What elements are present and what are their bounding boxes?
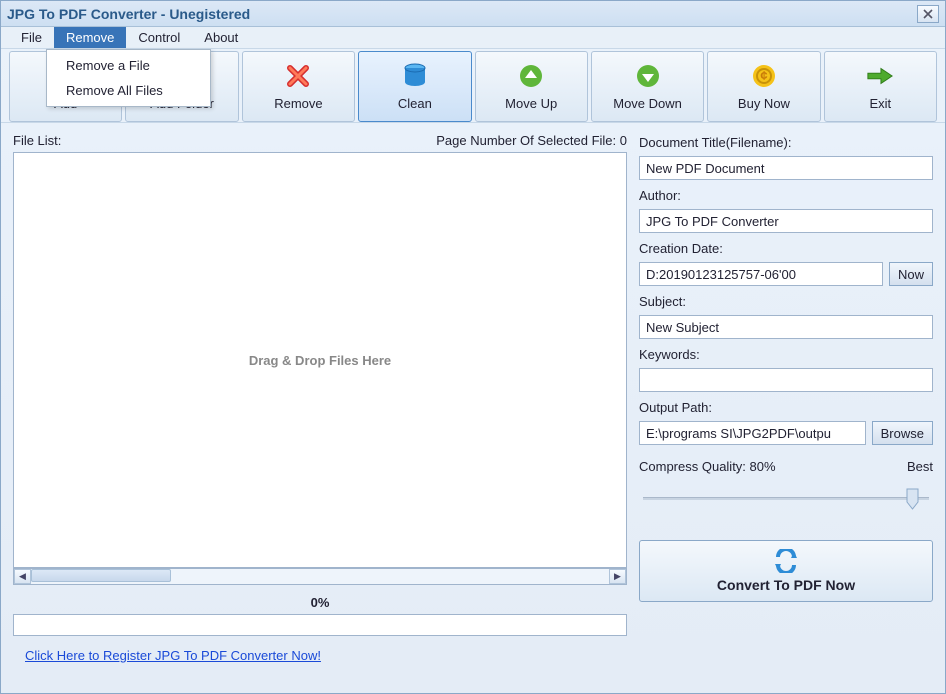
dropzone[interactable]: Drag & Drop Files Here — [13, 152, 627, 568]
remove-label: Remove — [274, 96, 322, 111]
scroll-left-button[interactable]: ◀ — [14, 569, 31, 584]
slider-track — [643, 497, 929, 500]
right-column: Document Title(Filename): Author: Creati… — [639, 133, 933, 663]
author-label: Author: — [639, 188, 933, 203]
progress-label: 0% — [13, 595, 627, 610]
window-title: JPG To PDF Converter - Unegistered — [7, 6, 917, 22]
dropzone-text: Drag & Drop Files Here — [249, 353, 391, 368]
menubar: File Remove Control About — [1, 27, 945, 49]
date-input[interactable] — [639, 262, 883, 286]
down-green-icon — [634, 62, 662, 90]
main-content: File List: Page Number Of Selected File:… — [1, 123, 945, 663]
scroll-right-button[interactable]: ▶ — [609, 569, 626, 584]
convert-icon — [772, 549, 800, 573]
quality-best: Best — [907, 459, 933, 474]
menu-about[interactable]: About — [192, 27, 250, 48]
page-number-label: Page Number Of Selected File: 0 — [436, 133, 627, 148]
doc-title-input[interactable] — [639, 156, 933, 180]
move-down-button[interactable]: Move Down — [591, 51, 704, 122]
output-label: Output Path: — [639, 400, 933, 415]
now-button[interactable]: Now — [889, 262, 933, 286]
progress-bar — [13, 614, 627, 636]
author-input[interactable] — [639, 209, 933, 233]
move-down-label: Move Down — [613, 96, 682, 111]
close-icon — [923, 9, 933, 19]
remove-dropdown: Remove a File Remove All Files — [46, 49, 211, 107]
exit-label: Exit — [869, 96, 891, 111]
file-list-header: File List: Page Number Of Selected File:… — [13, 133, 627, 148]
doc-title-label: Document Title(Filename): — [639, 135, 933, 150]
buy-now-button[interactable]: ¢ Buy Now — [707, 51, 820, 122]
menu-remove[interactable]: Remove — [54, 27, 126, 48]
quality-slider[interactable] — [639, 486, 933, 512]
titlebar: JPG To PDF Converter - Unegistered — [1, 1, 945, 27]
buy-now-label: Buy Now — [738, 96, 790, 111]
arrow-right-icon — [866, 62, 894, 90]
main-window: JPG To PDF Converter - Unegistered File … — [0, 0, 946, 694]
file-list-label: File List: — [13, 133, 61, 148]
x-red-icon — [284, 62, 312, 90]
left-column: File List: Page Number Of Selected File:… — [13, 133, 627, 663]
up-green-icon — [517, 62, 545, 90]
quality-row: Compress Quality: 80% Best — [639, 459, 933, 474]
convert-label: Convert To PDF Now — [717, 577, 855, 593]
remove-button[interactable]: Remove — [242, 51, 355, 122]
subject-label: Subject: — [639, 294, 933, 309]
date-label: Creation Date: — [639, 241, 933, 256]
exit-button[interactable]: Exit — [824, 51, 937, 122]
register-link[interactable]: Click Here to Register JPG To PDF Conver… — [25, 648, 627, 663]
subject-input[interactable] — [639, 315, 933, 339]
close-button[interactable] — [917, 5, 939, 23]
hscrollbar[interactable]: ◀ ▶ — [13, 568, 627, 585]
browse-button[interactable]: Browse — [872, 421, 933, 445]
scroll-track[interactable] — [31, 569, 609, 584]
dropdown-remove-file[interactable]: Remove a File — [50, 53, 207, 78]
clean-label: Clean — [398, 96, 432, 111]
keywords-label: Keywords: — [639, 347, 933, 362]
coin-icon: ¢ — [750, 62, 778, 90]
menu-file[interactable]: File — [9, 27, 54, 48]
slider-thumb[interactable] — [906, 488, 919, 510]
output-input[interactable] — [639, 421, 866, 445]
cylinder-icon — [401, 62, 429, 90]
menu-control[interactable]: Control — [126, 27, 192, 48]
keywords-input[interactable] — [639, 368, 933, 392]
move-up-button[interactable]: Move Up — [475, 51, 588, 122]
dropdown-remove-all[interactable]: Remove All Files — [50, 78, 207, 103]
quality-label: Compress Quality: 80% — [639, 459, 776, 474]
convert-button[interactable]: Convert To PDF Now — [639, 540, 933, 602]
scroll-thumb[interactable] — [31, 569, 171, 582]
clean-button[interactable]: Clean — [358, 51, 471, 122]
svg-text:¢: ¢ — [760, 68, 767, 83]
move-up-label: Move Up — [505, 96, 557, 111]
